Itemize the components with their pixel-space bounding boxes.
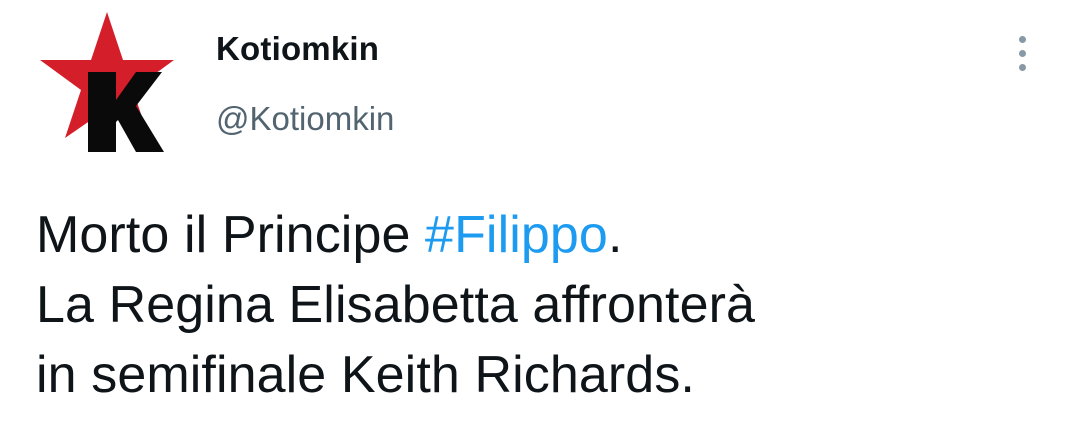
red-star-k-logo-icon [40, 12, 174, 152]
tweet-line-3: in semifinale Keith Richards. [36, 346, 695, 404]
tweet-line-1-punct: . [607, 206, 623, 264]
more-options-button[interactable] [1006, 30, 1042, 76]
tweet-text: Morto il Principe #Filippo. La Regina El… [36, 200, 1036, 410]
tweet-line-2: La Regina Elisabetta affronterà [36, 276, 756, 334]
tweet-line-1: Morto il Principe #Filippo. [36, 200, 1036, 270]
author-display-name[interactable]: Kotiomkin [216, 30, 379, 68]
hashtag-link[interactable]: #Filippo [425, 206, 608, 264]
avatar[interactable] [36, 10, 178, 156]
tweet-card: Kotiomkin @Kotiomkin Morto il Principe #… [0, 0, 1080, 437]
tweet-line-1-text: Morto il Principe [36, 206, 426, 264]
author-handle[interactable]: @Kotiomkin [216, 100, 394, 138]
